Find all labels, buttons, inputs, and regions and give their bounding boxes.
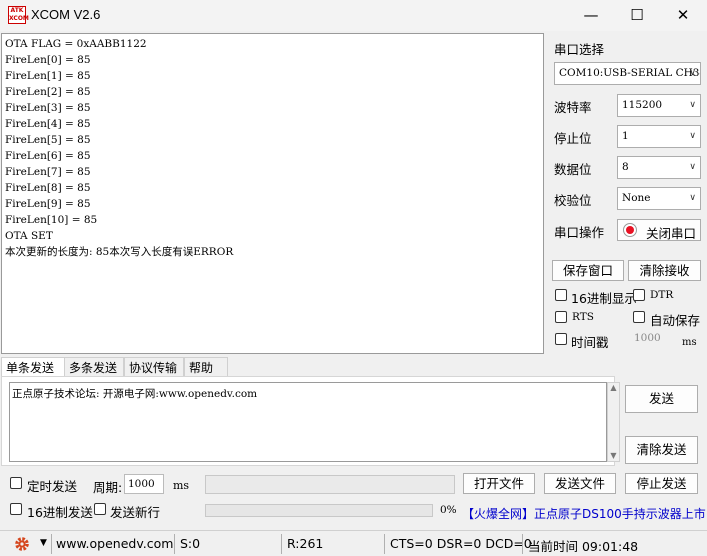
receive-line: OTA SET xyxy=(5,230,53,242)
receive-line: OTA FLAG = 0xAABB1122 xyxy=(5,38,147,50)
hex-send-label: 16进制发送 xyxy=(27,505,93,520)
send-newline-label: 发送新行 xyxy=(110,505,161,520)
close-port-label: 关闭串口 xyxy=(646,226,697,241)
chevron-down-icon: ∨ xyxy=(689,68,696,78)
period-unit: ms xyxy=(173,479,190,492)
minimize-icon: — xyxy=(583,6,599,24)
clear-send-button[interactable]: 清除发送 xyxy=(625,436,698,464)
file-path-field[interactable] xyxy=(205,475,455,494)
send-progress-percent: 0% xyxy=(440,504,457,516)
databits-value: 8 xyxy=(622,161,629,173)
title-bar: ATK XCOM XCOM V2.6 — ☐ ✕ xyxy=(0,0,707,31)
rts-label: RTS xyxy=(572,311,594,323)
tab-multi-send[interactable]: 多条发送 xyxy=(64,357,124,377)
databits-select[interactable]: 8 ∨ xyxy=(617,156,701,179)
receive-line: FireLen[8] = 85 xyxy=(5,182,91,194)
receive-line: FireLen[3] = 85 xyxy=(5,102,91,114)
timestamp-unit: ms xyxy=(682,337,697,348)
send-input[interactable]: 正点原子技术论坛: 开源电子网:www.openedv.com xyxy=(9,382,607,462)
period-input[interactable]: 1000 xyxy=(124,474,164,494)
maximize-button[interactable]: ☐ xyxy=(614,0,660,31)
auto-save-checkbox[interactable] xyxy=(633,311,645,323)
maximize-icon: ☐ xyxy=(630,6,644,24)
open-file-button[interactable]: 打开文件 xyxy=(463,473,535,494)
gear-menu-arrow-icon[interactable]: ▼ xyxy=(40,538,47,548)
port-value: COM10:USB-SERIAL CH34 xyxy=(559,67,701,79)
status-url[interactable]: www.openedv.com xyxy=(56,536,173,551)
gear-icon[interactable] xyxy=(13,535,31,553)
receive-line: FireLen[6] = 85 xyxy=(5,150,91,162)
minimize-button[interactable]: — xyxy=(568,0,614,31)
parity-value: None xyxy=(622,192,651,204)
receive-textarea[interactable]: OTA FLAG = 0xAABB1122 FireLen[0] = 85 Fire… xyxy=(1,33,544,354)
port-select[interactable]: COM10:USB-SERIAL CH34 ∨ xyxy=(554,62,701,85)
baud-value: 115200 xyxy=(622,99,663,111)
hex-display-label: 16进制显示 xyxy=(571,291,637,306)
chevron-down-icon: ∨ xyxy=(689,131,696,141)
rts-checkbox[interactable] xyxy=(555,311,567,323)
receive-line: FireLen[9] = 85 xyxy=(5,198,91,210)
scroll-down-icon[interactable]: ▼ xyxy=(608,451,619,461)
save-window-button[interactable]: 保存窗口 xyxy=(552,260,624,281)
tab-help[interactable]: 帮助 xyxy=(184,357,228,377)
chevron-down-icon: ∨ xyxy=(689,100,696,110)
timed-send-checkbox[interactable] xyxy=(10,477,22,489)
send-newline-checkbox[interactable] xyxy=(94,503,106,515)
baud-label: 波特率 xyxy=(554,100,592,115)
clear-receive-button[interactable]: 清除接收 xyxy=(628,260,701,281)
timestamp-input[interactable]: 1000 xyxy=(634,332,661,344)
receive-line: FireLen[5] = 85 xyxy=(5,134,91,146)
status-received: R:261 xyxy=(287,536,324,551)
timestamp-label: 时间戳 xyxy=(571,335,609,350)
status-signals: CTS=0 DSR=0 DCD=0 xyxy=(390,536,532,551)
baud-select[interactable]: 115200 ∨ xyxy=(617,94,701,117)
receive-line: FireLen[10] = 85 xyxy=(5,214,98,226)
send-button[interactable]: 发送 xyxy=(625,385,698,413)
auto-save-label: 自动保存 xyxy=(650,313,701,328)
status-sent: S:0 xyxy=(180,536,201,551)
hex-display-checkbox[interactable] xyxy=(555,289,567,301)
dtr-label: DTR xyxy=(650,289,674,301)
dtr-checkbox[interactable] xyxy=(633,289,645,301)
port-op-label: 串口操作 xyxy=(554,225,605,240)
close-port-button[interactable]: 关闭串口 xyxy=(617,219,701,241)
scroll-up-icon[interactable]: ▲ xyxy=(608,383,619,393)
close-icon: ✕ xyxy=(676,6,690,24)
stop-send-button[interactable]: 停止发送 xyxy=(625,473,698,494)
stopbits-value: 1 xyxy=(622,130,629,142)
close-button[interactable]: ✕ xyxy=(660,0,706,31)
period-label: 周期: xyxy=(93,480,123,495)
stopbits-label: 停止位 xyxy=(554,131,592,146)
chevron-down-icon: ∨ xyxy=(689,193,696,203)
parity-select[interactable]: None ∨ xyxy=(617,187,701,210)
receive-line: FireLen[4] = 85 xyxy=(5,118,91,130)
parity-label: 校验位 xyxy=(554,193,592,208)
ad-link[interactable]: 【火爆全网】正点原子DS100手持示波器上市 xyxy=(462,505,706,522)
receive-line: FireLen[2] = 85 xyxy=(5,86,91,98)
chevron-down-icon: ∨ xyxy=(689,162,696,172)
window-title: XCOM V2.6 xyxy=(31,7,101,22)
timestamp-checkbox[interactable] xyxy=(555,333,567,345)
hex-send-checkbox[interactable] xyxy=(10,503,22,515)
stopbits-select[interactable]: 1 ∨ xyxy=(617,125,701,148)
status-time: 当前时间 09:01:48 xyxy=(528,539,639,554)
databits-label: 数据位 xyxy=(554,162,592,177)
status-bar: ▼ www.openedv.com S:0 R:261 CTS=0 DSR=0 … xyxy=(0,530,707,556)
port-select-label: 串口选择 xyxy=(554,42,605,57)
xcom-logo: ATK XCOM xyxy=(8,6,29,24)
timed-send-label: 定时发送 xyxy=(27,479,78,494)
send-file-button[interactable]: 发送文件 xyxy=(544,473,616,494)
tab-single-send[interactable]: 单条发送 xyxy=(1,357,65,377)
receive-line: FireLen[1] = 85 xyxy=(5,70,91,82)
receive-line: FireLen[0] = 85 xyxy=(5,54,91,66)
receive-line: 本次更新的长度为: 85本次写入长度有误ERROR xyxy=(5,246,234,258)
record-icon xyxy=(623,223,637,237)
tab-protocol[interactable]: 协议传输 xyxy=(124,357,184,377)
send-progress-bar xyxy=(205,504,433,517)
receive-line: FireLen[7] = 85 xyxy=(5,166,91,178)
send-scrollbar[interactable]: ▲ ▼ xyxy=(607,382,620,462)
